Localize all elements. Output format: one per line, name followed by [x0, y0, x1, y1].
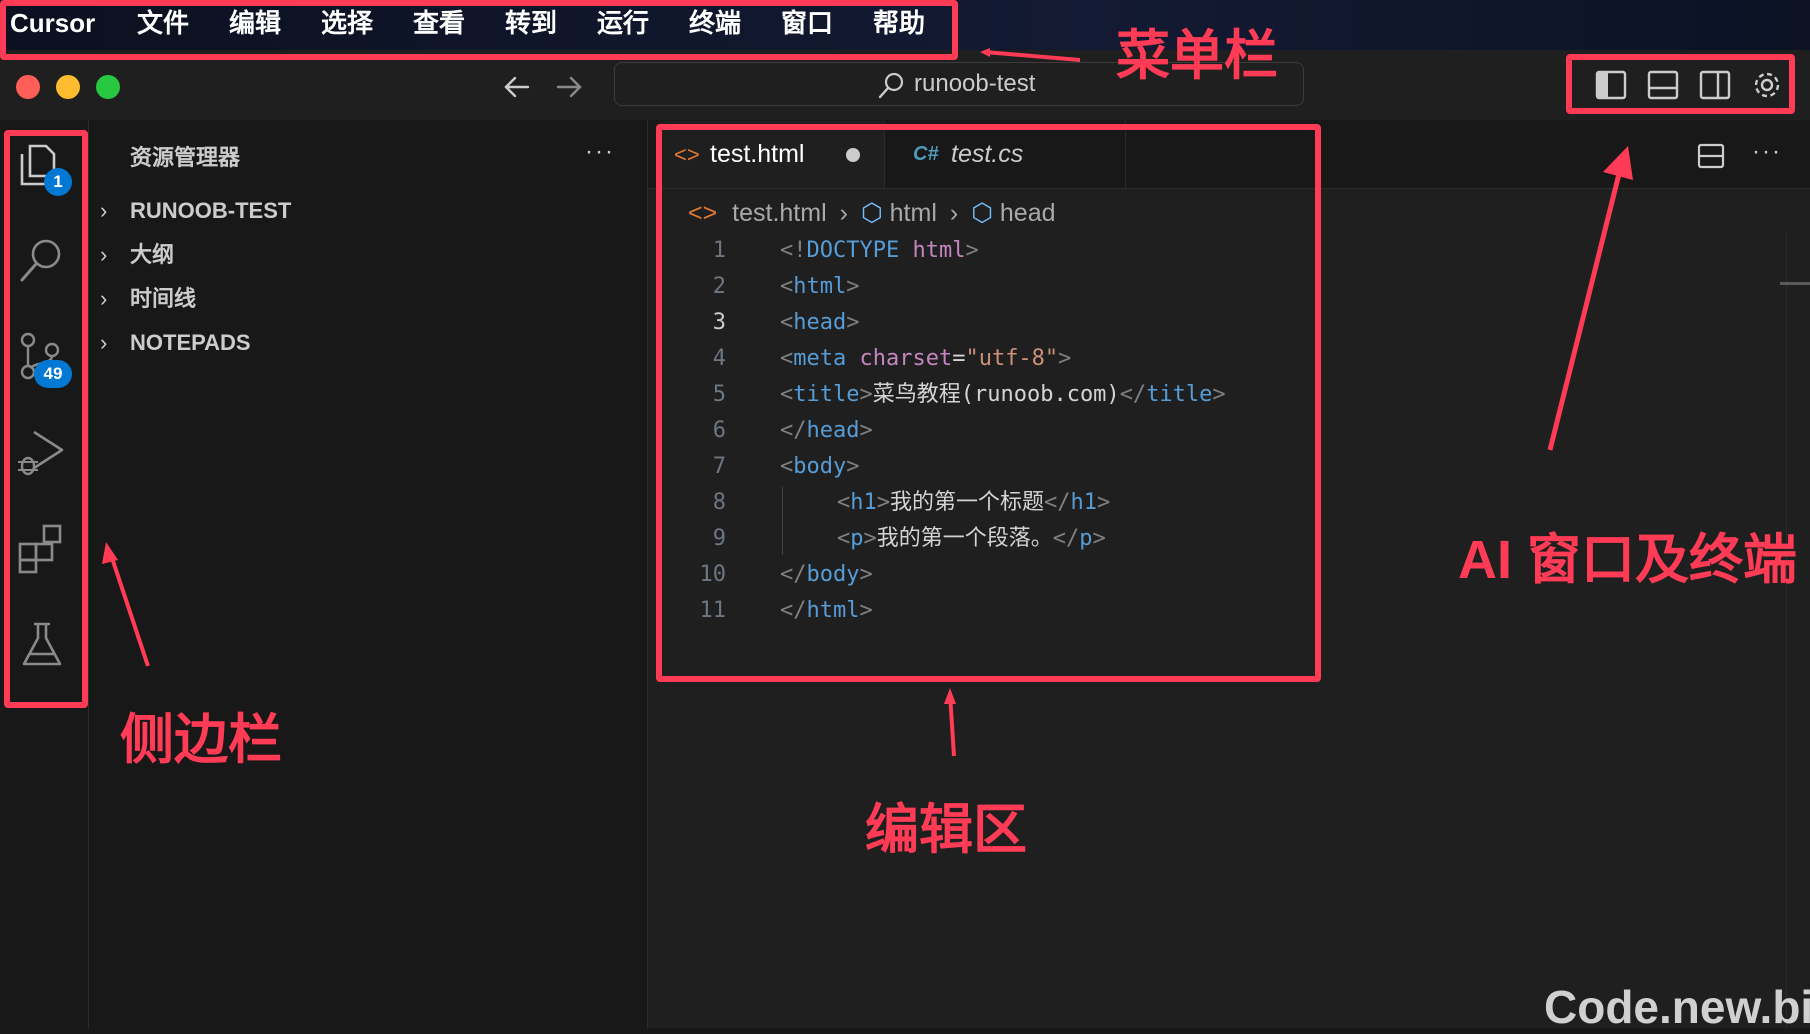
annotation-label-menubar: 菜单栏	[1116, 26, 1278, 86]
annotation-label-sidebar: 侧边栏	[120, 710, 282, 770]
watermark: Code.new.bi	[1544, 981, 1810, 1033]
annotation-label-editor: 编辑区	[865, 800, 1027, 860]
annotation-label-ai-window: AI 窗口及终端	[1458, 530, 1798, 590]
annotation-arrows	[102, 48, 1633, 757]
